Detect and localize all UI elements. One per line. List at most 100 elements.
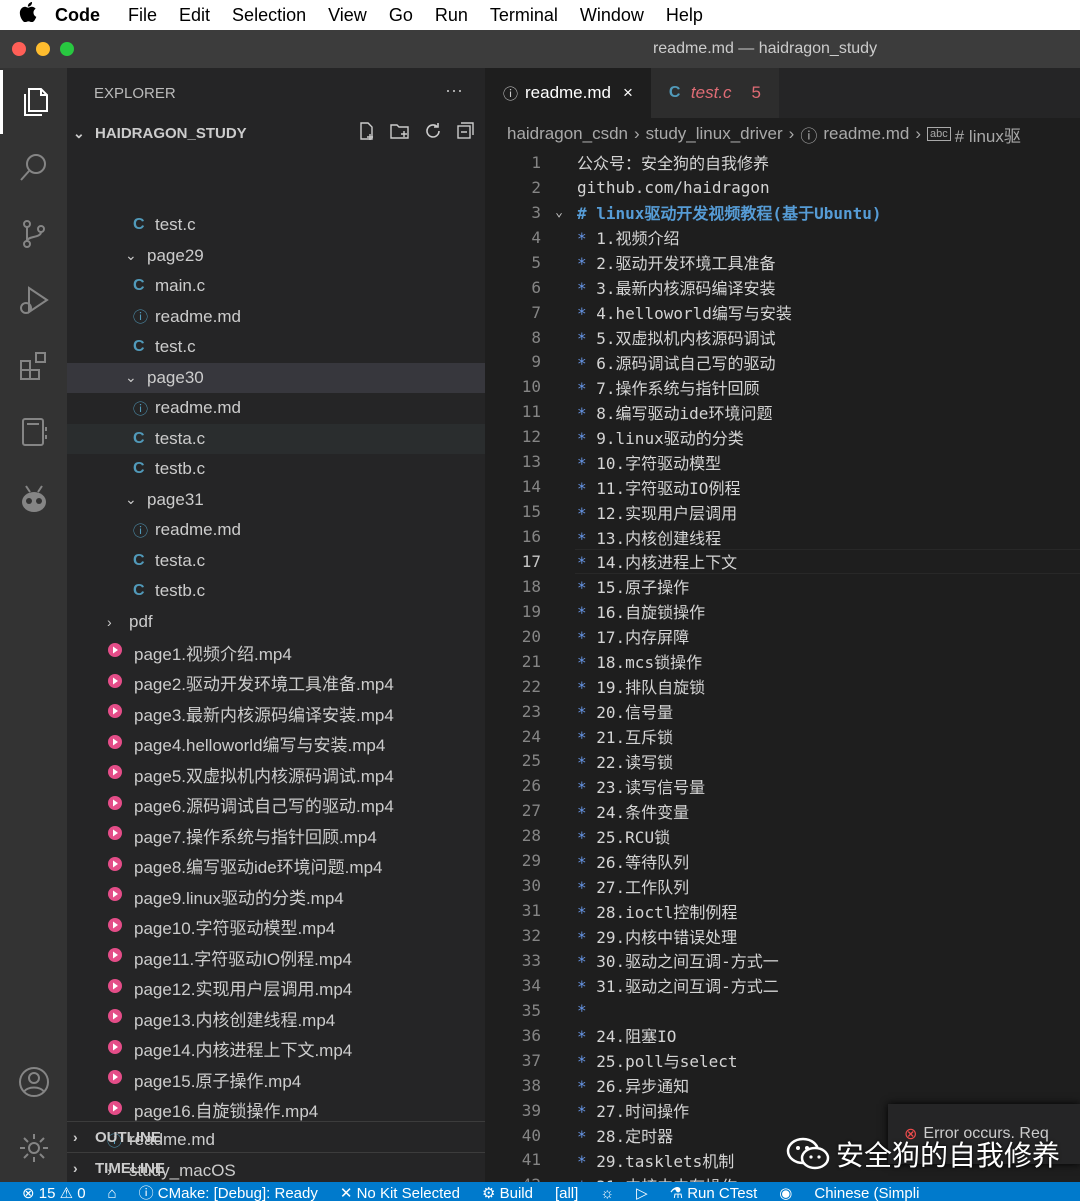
breadcrumb-item[interactable]: # linux驱 — [955, 122, 1021, 147]
settings-gear-icon[interactable] — [14, 1128, 54, 1168]
code-line: 37 * 25.poll与select — [485, 1048, 1080, 1073]
list-item-text: 27.时间操作 — [586, 1102, 690, 1122]
kit-status[interactable]: ✕ No Kit Selected — [340, 1182, 460, 1201]
code-editor[interactable]: 1 公众号：安全狗的自我修养 2 github.com/haidragon 3 ⌄ # li… — [485, 150, 1080, 1182]
problems-status[interactable]: ⊗ 15 ⚠ 0 — [22, 1182, 86, 1201]
menu-terminal[interactable]: Terminal — [490, 5, 558, 26]
platformio-icon[interactable] — [14, 478, 54, 518]
tree-item[interactable]: page11.字符驱动IO例程.mp4 — [67, 942, 485, 973]
tree-item[interactable]: Cmain.c — [67, 271, 485, 302]
close-tab-icon[interactable]: × — [623, 83, 633, 103]
tree-item[interactable]: Ctesta.c — [67, 546, 485, 577]
tree-item[interactable]: page5.双虚拟机内核源码调试.mp4 — [67, 759, 485, 790]
info-icon: ⓘ — [503, 85, 519, 103]
fold-chevron-icon[interactable]: ⌄ — [541, 205, 577, 220]
video-file-icon — [107, 734, 134, 754]
breadcrumb-item[interactable]: haidragon_csdn — [507, 124, 628, 144]
menu-app-name[interactable]: Code — [55, 5, 100, 26]
tab-readme[interactable]: ⓘ readme.md × — [485, 68, 651, 118]
video-file-icon — [107, 673, 134, 693]
code-line: 22 * 19.排队自旋锁 — [485, 674, 1080, 699]
tree-item[interactable]: ⌄ page30 — [67, 362, 485, 393]
code-line: 15 * 12.实现用户层调用 — [485, 499, 1080, 524]
menu-file[interactable]: File — [128, 5, 157, 26]
explorer-icon[interactable] — [14, 82, 54, 122]
tree-item[interactable]: page1.视频介绍.mp4 — [67, 637, 485, 668]
zoom-window-button[interactable] — [60, 42, 74, 56]
build-button[interactable]: ⚙ Build — [482, 1182, 533, 1201]
extensions-icon[interactable] — [14, 346, 54, 386]
list-item-text: 15.原子操作 — [586, 578, 690, 598]
breadcrumb-item[interactable]: study_linux_driver — [646, 124, 783, 144]
tree-item[interactable]: page4.helloworld编写与安装.mp4 — [67, 729, 485, 760]
menu-window[interactable]: Window — [580, 5, 644, 26]
more-actions-icon[interactable]: ··· — [445, 80, 463, 101]
search-icon[interactable] — [14, 148, 54, 188]
timeline-section-header[interactable]: › TIMELINE — [67, 1152, 485, 1183]
tree-item[interactable]: Ctesta.c — [67, 423, 485, 454]
tree-item-label: testa.c — [155, 550, 206, 570]
symbol-string-icon: abc — [927, 127, 951, 141]
apple-icon[interactable] — [0, 2, 55, 28]
refresh-icon[interactable] — [423, 121, 443, 145]
code-text: * 21.互斥锁 — [577, 724, 673, 748]
menu-help[interactable]: Help — [666, 5, 703, 26]
language-status[interactable]: Chinese (Simpli — [814, 1182, 919, 1201]
menu-selection[interactable]: Selection — [232, 5, 306, 26]
tab-test-c[interactable]: C test.c 5 — [650, 68, 780, 118]
minimize-window-button[interactable] — [36, 42, 50, 56]
eye-icon[interactable]: ◉ — [779, 1182, 792, 1201]
tree-item[interactable]: page2.驱动开发环境工具准备.mp4 — [67, 668, 485, 699]
outline-section-header[interactable]: › OUTLINE — [67, 1121, 485, 1152]
close-window-button[interactable] — [12, 42, 26, 56]
tree-item[interactable]: ⌄ page31 — [67, 485, 485, 516]
account-icon[interactable] — [14, 1062, 54, 1102]
cmake-status[interactable]: ⓘ CMake: [Debug]: Ready — [139, 1182, 318, 1201]
tree-item[interactable]: page13.内核创建线程.mp4 — [67, 1003, 485, 1034]
menu-go[interactable]: Go — [389, 5, 413, 26]
menu-edit[interactable]: Edit — [179, 5, 210, 26]
tree-item[interactable]: Ctest.c — [67, 332, 485, 363]
new-file-icon[interactable] — [357, 121, 377, 145]
code-line: 8 * 5.双虚拟机内核源码调试 — [485, 325, 1080, 350]
collapse-all-icon[interactable] — [455, 121, 475, 145]
menu-view[interactable]: View — [328, 5, 367, 26]
tree-item[interactable]: page14.内核进程上下文.mp4 — [67, 1034, 485, 1065]
tree-item[interactable]: ⌄ page29 — [67, 241, 485, 272]
line-number: 36 — [521, 1025, 541, 1045]
build-target[interactable]: [all] — [555, 1182, 578, 1201]
tree-item[interactable]: Ctest.c — [67, 210, 485, 241]
tree-item[interactable]: page10.字符驱动模型.mp4 — [67, 912, 485, 943]
tree-item[interactable]: ⓘ readme.md — [67, 515, 485, 546]
breadcrumb-item[interactable]: readme.md — [823, 124, 909, 144]
tree-item[interactable]: page12.实现用户层调用.mp4 — [67, 973, 485, 1004]
code-line: 36 * 24.阻塞IO — [485, 1023, 1080, 1048]
run-icon[interactable]: ▷ — [636, 1182, 648, 1201]
tree-item-label: readme.md — [155, 520, 241, 540]
project-section-header[interactable]: ⌄ HAIDRAGON_STUDY — [67, 118, 485, 148]
remote-explorer-icon[interactable] — [14, 412, 54, 452]
code-text: * 4.helloworld编写与安装 — [577, 300, 792, 324]
debug-icon[interactable]: ☼ — [600, 1182, 614, 1201]
home-icon[interactable]: ⌂ — [108, 1182, 117, 1201]
run-ctest-button[interactable]: ⚗ Run CTest — [670, 1182, 758, 1201]
tree-item[interactable]: page3.最新内核源码编译安装.mp4 — [67, 698, 485, 729]
source-control-icon[interactable] — [14, 214, 54, 254]
tree-item[interactable]: page15.原子操作.mp4 — [67, 1064, 485, 1095]
video-file-icon — [107, 825, 134, 845]
tree-item[interactable]: ⓘ readme.md — [67, 302, 485, 333]
run-debug-icon[interactable] — [14, 280, 54, 320]
menu-run[interactable]: Run — [435, 5, 468, 26]
new-folder-icon[interactable] — [389, 121, 411, 145]
tree-item[interactable]: Ctestb.c — [67, 454, 485, 485]
code-text: * 18.mcs锁操作 — [577, 649, 702, 673]
tree-item[interactable]: page9.linux驱动的分类.mp4 — [67, 881, 485, 912]
tree-item-label: page15.原子操作.mp4 — [134, 1071, 302, 1091]
tree-item[interactable]: Ctestb.c — [67, 576, 485, 607]
tree-item[interactable]: page8.编写驱动ide环境问题.mp4 — [67, 851, 485, 882]
tree-item[interactable]: page6.源码调试自己写的驱动.mp4 — [67, 790, 485, 821]
tree-item[interactable]: › pdf — [67, 607, 485, 638]
line-number: 26 — [521, 776, 541, 796]
tree-item[interactable]: page7.操作系统与指针回顾.mp4 — [67, 820, 485, 851]
tree-item[interactable]: ⓘ readme.md — [67, 393, 485, 424]
